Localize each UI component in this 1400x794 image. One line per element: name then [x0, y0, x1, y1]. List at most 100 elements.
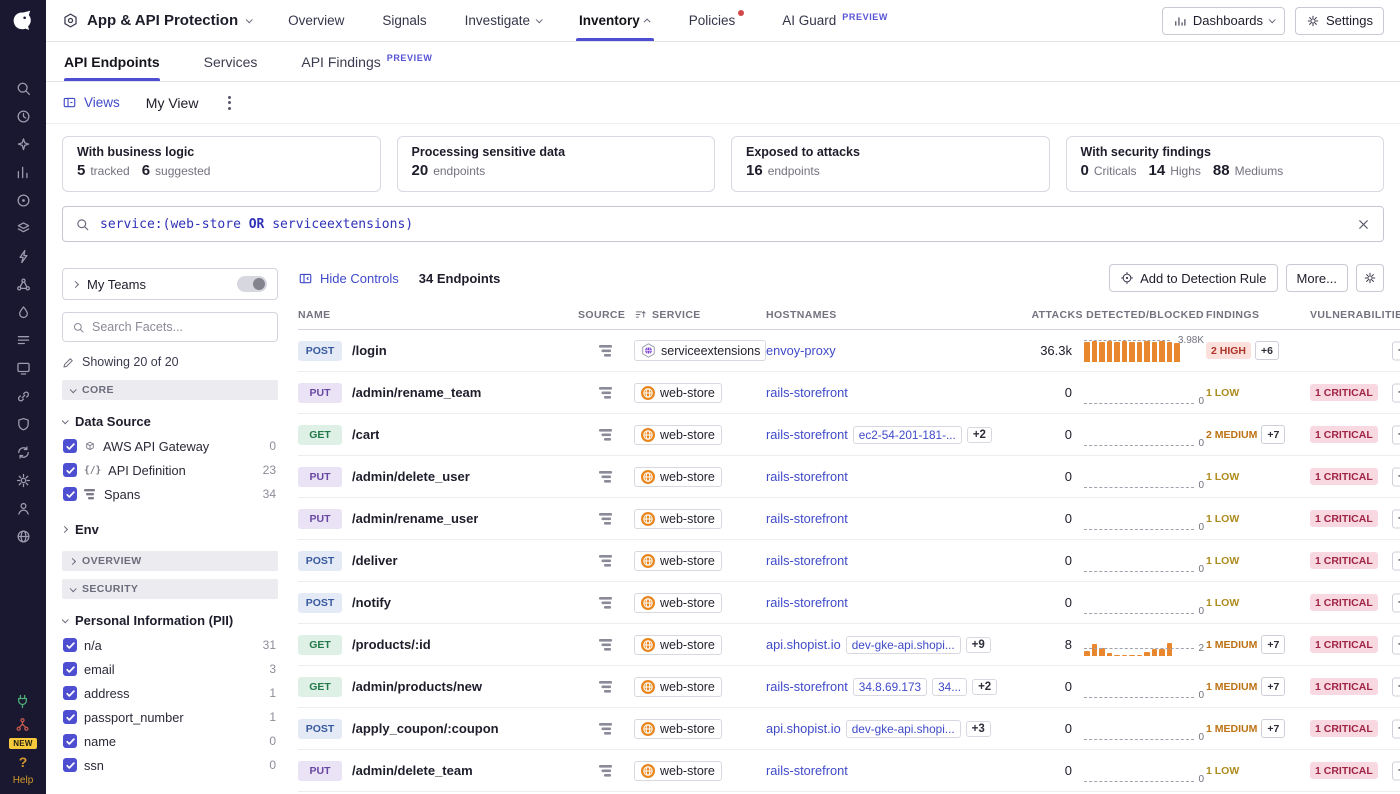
support-person-icon[interactable]: [14, 499, 32, 517]
hostname-pill[interactable]: 34.8.69.173: [853, 678, 927, 696]
nav-item-ai-guard[interactable]: AI GuardPREVIEW: [763, 0, 907, 41]
views-button[interactable]: Views: [62, 95, 120, 110]
checkbox-checked[interactable]: [63, 686, 77, 700]
vulnerability-overflow-pill[interactable]: +: [1392, 341, 1400, 360]
checkbox-checked[interactable]: [63, 662, 77, 676]
table-row[interactable]: PUT/admin/rename_teamweb-storerails-stor…: [298, 372, 1400, 414]
finding-badge-low[interactable]: 1 LOW: [1206, 510, 1239, 527]
checkbox-checked[interactable]: [63, 439, 77, 453]
my-teams-filter[interactable]: My Teams: [62, 268, 278, 300]
finding-badge-medium[interactable]: 1 MEDIUM: [1206, 678, 1257, 695]
vulnerability-badge-critical[interactable]: 1 CRITICAL: [1310, 552, 1378, 569]
nav-item-signals[interactable]: Signals: [363, 0, 445, 41]
table-settings-button[interactable]: [1356, 264, 1384, 292]
search-input[interactable]: service:(web-store OR serviceextensions): [62, 206, 1384, 242]
hostname-more-pill[interactable]: +3: [966, 721, 991, 737]
lightning-icon[interactable]: [14, 247, 32, 265]
service-pill[interactable]: web-store: [634, 635, 722, 655]
service-pill[interactable]: web-store: [634, 425, 722, 445]
containers-icon[interactable]: [14, 219, 32, 237]
facet-item-api-definition[interactable]: {/}API Definition23: [62, 458, 278, 482]
dashboards-button[interactable]: Dashboards: [1162, 7, 1285, 35]
nav-item-overview[interactable]: Overview: [269, 0, 363, 41]
finding-badge-more[interactable]: +7: [1261, 677, 1285, 696]
hostname-link[interactable]: rails-storefront: [766, 553, 848, 568]
vulnerability-overflow-pill[interactable]: +: [1392, 593, 1400, 612]
table-row[interactable]: PUT/admin/delete_teamweb-storerails-stor…: [298, 750, 1400, 792]
add-detection-rule-button[interactable]: Add to Detection Rule: [1109, 264, 1277, 292]
finding-badge-low[interactable]: 1 LOW: [1206, 552, 1239, 569]
checkbox-checked[interactable]: [63, 734, 77, 748]
column-header-source[interactable]: SOURCE: [578, 309, 634, 321]
service-pill[interactable]: web-store: [634, 551, 722, 571]
vulnerability-badge-critical[interactable]: 1 CRITICAL: [1310, 720, 1378, 737]
summary-card-with-business-logic[interactable]: With business logic5tracked6suggested: [62, 136, 381, 192]
column-header-findings[interactable]: FINDINGS: [1206, 309, 1310, 321]
sparkle-icon[interactable]: [14, 135, 32, 153]
checkbox-checked[interactable]: [63, 487, 77, 501]
column-header-vulnerabilities[interactable]: VULNERABILITIES: [1310, 309, 1400, 321]
finding-badge-medium[interactable]: 1 MEDIUM: [1206, 636, 1257, 653]
hostname-more-pill[interactable]: +2: [967, 427, 992, 443]
droplet-icon[interactable]: [14, 303, 32, 321]
vulnerability-badge-critical[interactable]: 1 CRITICAL: [1310, 678, 1378, 695]
settings-button[interactable]: Settings: [1295, 7, 1384, 35]
history-icon[interactable]: [14, 107, 32, 125]
hostname-link[interactable]: rails-storefront: [766, 427, 848, 442]
hostname-link[interactable]: rails-storefront: [766, 511, 848, 526]
view-options-kebab-icon[interactable]: [224, 92, 235, 114]
vulnerability-badge-critical[interactable]: 1 CRITICAL: [1310, 762, 1378, 779]
hostname-pill[interactable]: 34...: [932, 678, 967, 696]
table-row[interactable]: GET/admin/products/newweb-storerails-sto…: [298, 666, 1400, 708]
facet-item-passport-number[interactable]: passport_number1: [62, 705, 278, 729]
help-icon[interactable]: ?: [19, 754, 28, 770]
table-row[interactable]: POST/deliverweb-storerails-storefront001…: [298, 540, 1400, 582]
table-row[interactable]: GET/cartweb-storerails-storefrontec2-54-…: [298, 414, 1400, 456]
search-icon[interactable]: [14, 79, 32, 97]
vulnerability-badge-critical[interactable]: 1 CRITICAL: [1310, 636, 1378, 653]
app-switcher[interactable]: App & API Protection: [62, 12, 251, 29]
facet-group-env[interactable]: Env: [62, 522, 278, 537]
facet-group-pii[interactable]: Personal Information (PII): [62, 613, 278, 628]
datadog-logo-icon[interactable]: [10, 8, 36, 37]
workflows-icon[interactable]: [14, 715, 32, 733]
vulnerability-overflow-pill[interactable]: +: [1392, 425, 1400, 444]
nav-item-inventory[interactable]: Inventory: [560, 0, 670, 41]
table-row[interactable]: GET/products/:idweb-storeapi.shopist.iod…: [298, 624, 1400, 666]
table-row[interactable]: POST/apply_coupon/:couponweb-storeapi.sh…: [298, 708, 1400, 750]
hostname-link[interactable]: rails-storefront: [766, 763, 848, 778]
vulnerability-overflow-pill[interactable]: +: [1392, 635, 1400, 654]
vulnerability-badge-critical[interactable]: 1 CRITICAL: [1310, 468, 1378, 485]
vulnerability-badge-critical[interactable]: 1 CRITICAL: [1310, 594, 1378, 611]
hide-controls-button[interactable]: Hide Controls: [298, 271, 399, 286]
more-button[interactable]: More...: [1286, 264, 1348, 292]
finding-badge-more[interactable]: +7: [1261, 425, 1285, 444]
vulnerability-overflow-pill[interactable]: +: [1392, 467, 1400, 486]
plug-icon[interactable]: [14, 692, 32, 710]
facet-item-email[interactable]: email3: [62, 657, 278, 681]
facet-item-name[interactable]: name0: [62, 729, 278, 753]
table-row[interactable]: POST/notifyweb-storerails-storefront001 …: [298, 582, 1400, 624]
facet-item-spans[interactable]: Spans34: [62, 482, 278, 506]
hostname-more-pill[interactable]: +2: [972, 679, 997, 695]
endpoint-path[interactable]: /admin/rename_team: [352, 385, 481, 400]
finding-badge-low[interactable]: 1 LOW: [1206, 762, 1239, 779]
tab-services[interactable]: Services: [204, 42, 258, 81]
hostname-pill[interactable]: dev-gke-api.shopi...: [846, 720, 961, 738]
hostname-pill[interactable]: ec2-54-201-181-...: [853, 426, 962, 444]
finding-badge-high[interactable]: 2 HIGH: [1206, 342, 1251, 359]
column-header-hostnames[interactable]: HOSTNAMES: [766, 309, 1028, 321]
table-row[interactable]: POST/loginserviceextensionsenvoy-proxy36…: [298, 330, 1400, 372]
logs-icon[interactable]: [14, 331, 32, 349]
tab-api-endpoints[interactable]: API Endpoints: [64, 42, 160, 81]
facet-search-input[interactable]: [92, 320, 268, 334]
facet-item-aws-api-gateway[interactable]: AWS API Gateway0: [62, 434, 278, 458]
vulnerability-badge-critical[interactable]: 1 CRITICAL: [1310, 426, 1378, 443]
endpoint-path[interactable]: /cart: [352, 427, 379, 442]
endpoint-path[interactable]: /admin/delete_user: [352, 469, 470, 484]
facet-section-overview[interactable]: OVERVIEW: [62, 551, 278, 571]
table-row[interactable]: PUT/admin/delete_userweb-storerails-stor…: [298, 456, 1400, 498]
globe-clock-icon[interactable]: [14, 527, 32, 545]
sync-icon[interactable]: [14, 443, 32, 461]
hostname-link[interactable]: rails-storefront: [766, 679, 848, 694]
